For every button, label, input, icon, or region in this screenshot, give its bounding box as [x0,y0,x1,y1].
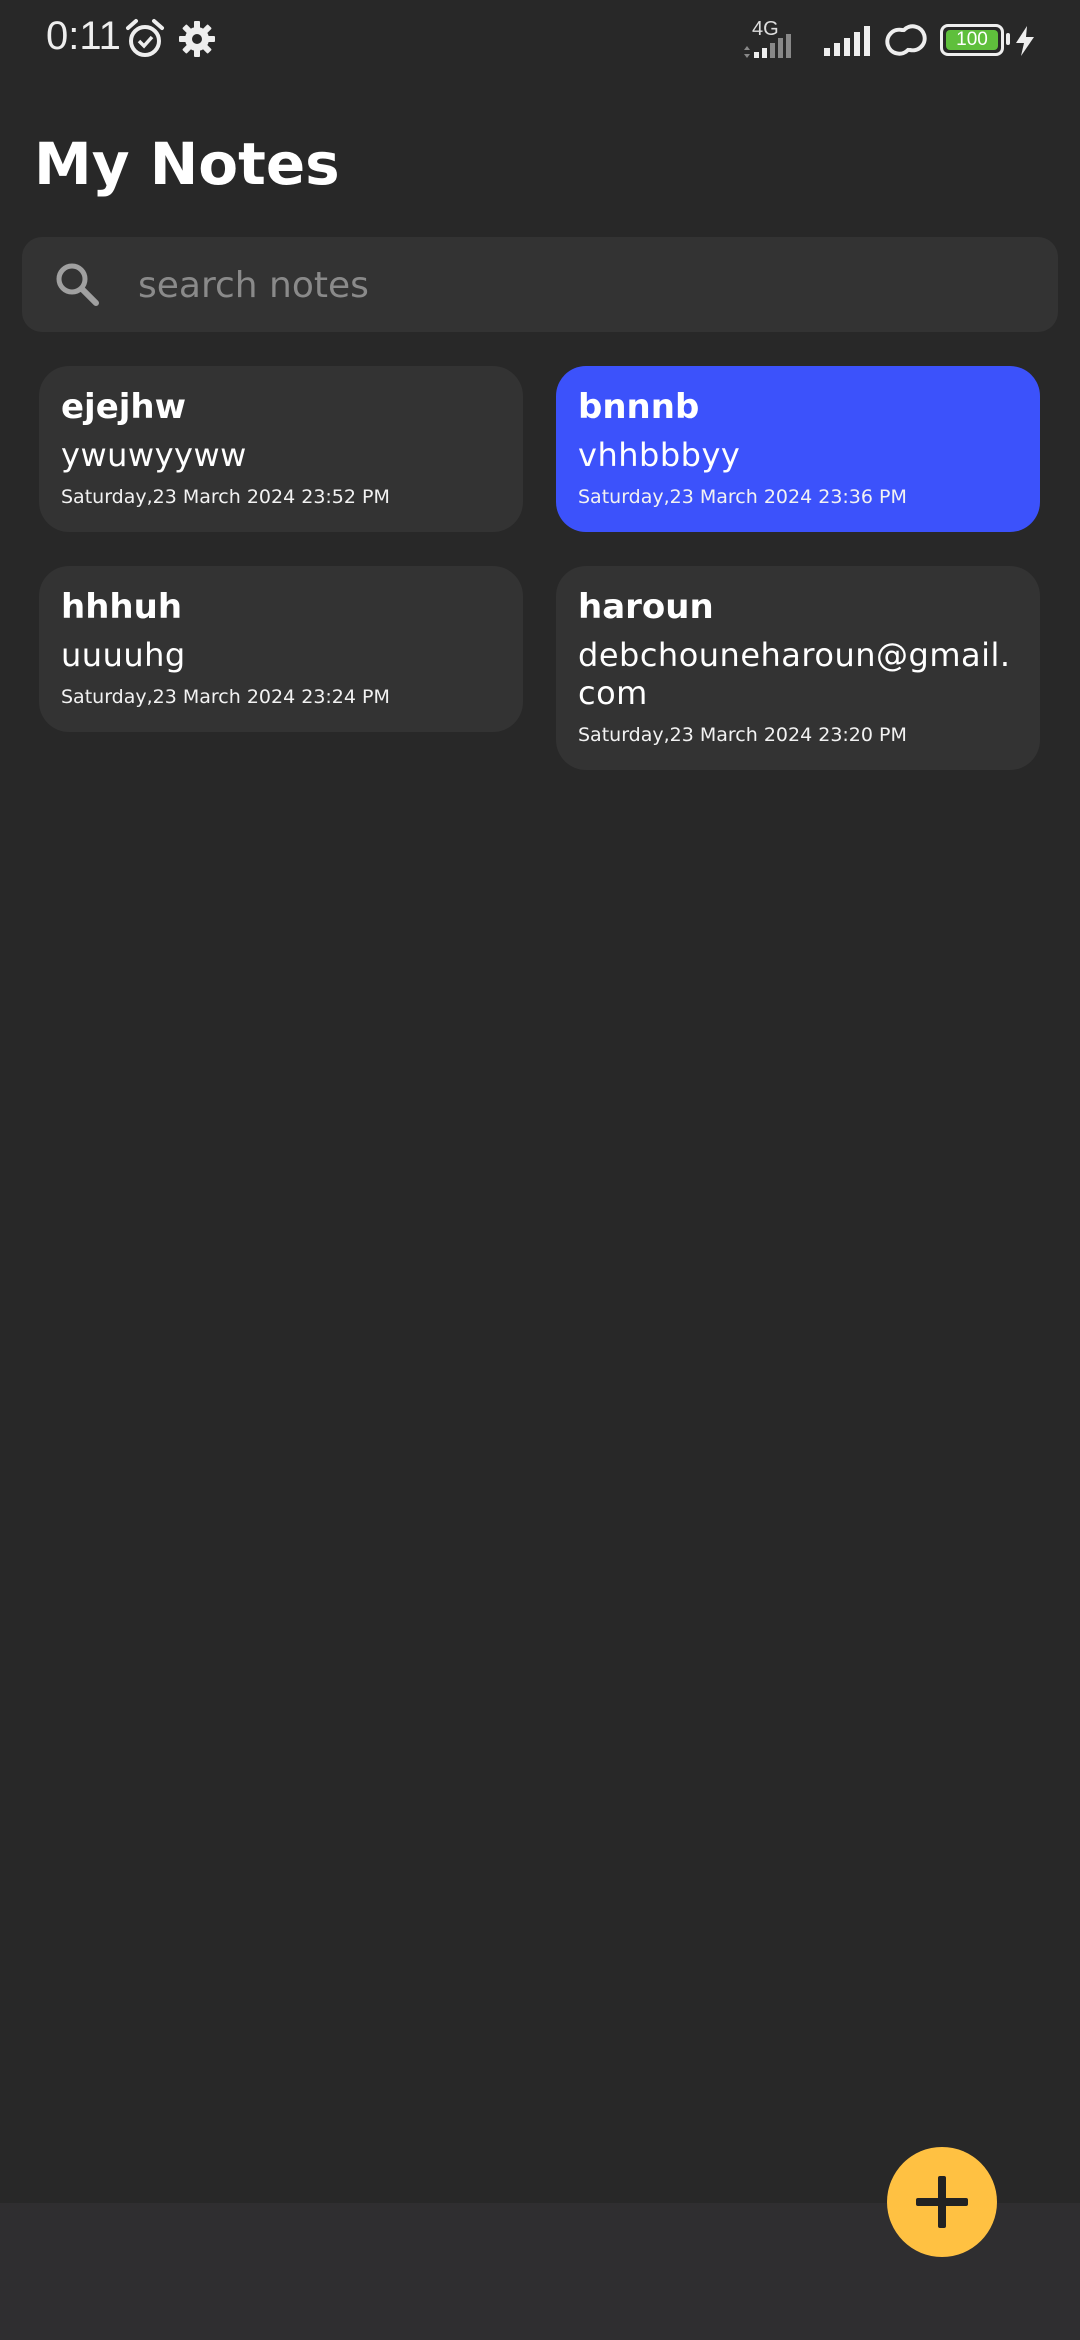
battery-tip [1006,33,1010,45]
signal-icon [744,34,791,58]
charging-icon [1016,26,1034,56]
note-date: Saturday,23 March 2024 23:52 PM [61,486,390,508]
note-card[interactable]: ejejhw ywuwyyww Saturday,23 March 2024 2… [39,366,523,532]
note-title: ejejhw [61,387,187,427]
link-icon [885,24,927,56]
alarm-icon [124,18,166,64]
note-body: vhhbbbyy [578,436,741,474]
note-card[interactable]: haroun debchouneharoun@gmail.com Saturda… [556,566,1040,770]
note-date: Saturday,23 March 2024 23:24 PM [61,686,390,708]
status-time: 0:11 [46,14,121,58]
note-title: hhhuh [61,587,183,627]
plus-icon [916,2176,968,2228]
search-icon [52,259,102,313]
add-note-button[interactable] [887,2147,997,2257]
status-bar: 0:11 4G 100 [0,0,1080,80]
note-title: bnnnb [578,387,700,427]
note-date: Saturday,23 March 2024 23:20 PM [578,724,907,746]
note-card[interactable]: hhhuh uuuuhg Saturday,23 March 2024 23:2… [39,566,523,732]
page-title: My Notes [34,130,340,198]
signal-icon [824,26,870,56]
gear-icon [178,20,216,62]
note-title: haroun [578,587,714,627]
battery-level: 100 [956,29,988,50]
note-date: Saturday,23 March 2024 23:36 PM [578,486,907,508]
note-card-selected[interactable]: bnnnb vhhbbbyy Saturday,23 March 2024 23… [556,366,1040,532]
battery-icon: 100 [940,24,1004,56]
search-bar[interactable] [22,237,1058,332]
search-input[interactable] [136,255,1020,315]
note-body: uuuuhg [61,636,186,674]
note-body: debchouneharoun@gmail.com [578,636,1011,712]
note-body: ywuwyyww [61,436,247,474]
